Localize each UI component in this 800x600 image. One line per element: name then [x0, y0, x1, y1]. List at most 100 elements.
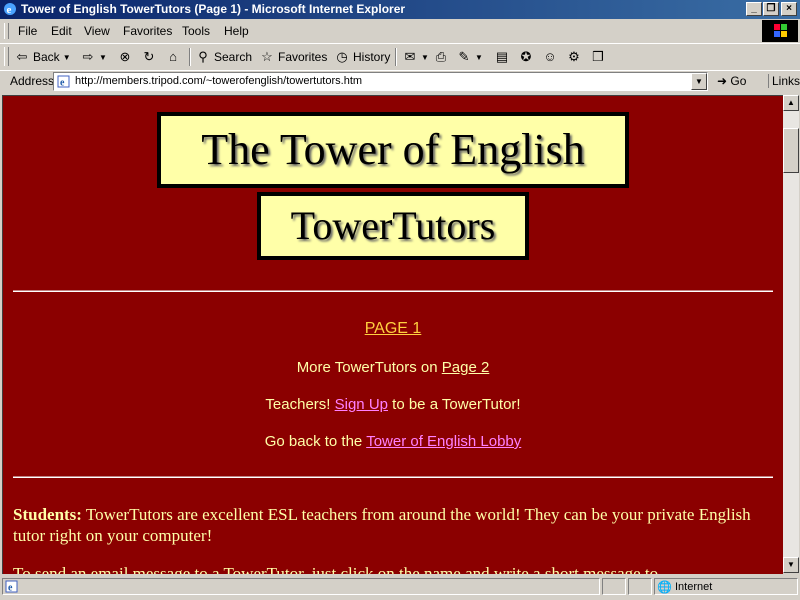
related-button[interactable]: ❒: [590, 48, 606, 66]
forward-dropdown-icon: ▼: [99, 52, 107, 62]
search-icon: ⚲: [198, 49, 208, 64]
close-button[interactable]: ×: [781, 2, 797, 16]
page-status-icon: e: [5, 580, 18, 593]
scroll-down-button[interactable]: ▼: [783, 557, 799, 573]
messenger-button[interactable]: ✪: [518, 48, 534, 66]
menu-favorites[interactable]: Favorites: [123, 24, 172, 38]
status-panel-blank: [628, 578, 652, 595]
contacts-button[interactable]: ☺: [542, 48, 558, 66]
mail-dropdown-icon: ▼: [421, 52, 429, 62]
toolbar-separator: [189, 48, 191, 66]
history-icon: ◷: [336, 49, 348, 64]
discuss-icon: ▤: [495, 49, 509, 64]
mail-icon: ✉: [404, 49, 416, 64]
menu-edit[interactable]: Edit: [51, 24, 72, 38]
zone-label: Internet: [675, 581, 713, 593]
status-panel-lock: [602, 578, 626, 595]
home-icon: ⌂: [169, 49, 177, 64]
go-button[interactable]: ➜ Go: [717, 74, 746, 88]
edit-dropdown-icon: ▼: [475, 52, 483, 62]
favorites-label: Favorites: [278, 50, 328, 64]
menu-tools[interactable]: Tools: [182, 24, 210, 38]
history-label: History: [353, 50, 391, 64]
page-2-link[interactable]: Page 2: [442, 359, 490, 376]
favorites-icon: ☆: [261, 49, 273, 64]
students-text: TowerTutors are excellent ESL teachers f…: [13, 505, 751, 545]
menu-view[interactable]: View: [84, 24, 110, 38]
windows-logo-icon: [762, 20, 798, 42]
scroll-thumb[interactable]: [783, 128, 799, 173]
search-button[interactable]: ⚲ Search: [195, 48, 252, 66]
go-arrow-icon: ➜: [717, 74, 728, 88]
zone-panel: 🌐 Internet: [654, 578, 798, 595]
svg-text:e: e: [7, 4, 12, 16]
book-icon: ❒: [592, 49, 604, 64]
toolbar-grip: [4, 47, 9, 66]
edit-page-icon: ✎: [458, 49, 470, 64]
back-arrow-icon: ⇦: [16, 49, 28, 64]
divider: [13, 290, 773, 292]
stop-button[interactable]: ⊗: [117, 48, 133, 66]
globe-icon: 🌐: [657, 580, 672, 594]
address-input[interactable]: e http://members.tripod.com/~towerofengl…: [53, 72, 708, 91]
discuss-button[interactable]: ▤: [494, 48, 510, 66]
title-bar: e Tower of English TowerTutors (Page 1) …: [0, 0, 800, 19]
address-url: http://members.tripod.com/~towerofenglis…: [75, 75, 363, 87]
address-dropdown-button[interactable]: ▼: [691, 73, 707, 90]
menu-bar: File Edit View Favorites Tools Help: [0, 21, 800, 41]
svg-text:e: e: [8, 583, 13, 594]
search-label: Search: [214, 50, 253, 64]
research-button[interactable]: ⚙: [566, 48, 582, 66]
menu-file[interactable]: File: [18, 24, 37, 38]
refresh-icon: ↻: [143, 49, 155, 64]
address-bar: Address e http://members.tripod.com/~tow…: [0, 70, 800, 93]
menu-help[interactable]: Help: [224, 24, 249, 38]
page-1-link[interactable]: PAGE 1: [365, 320, 422, 337]
teachers-text: Teachers!: [265, 396, 335, 413]
vertical-scrollbar[interactable]: ▲ ▼: [783, 95, 799, 573]
mail-button[interactable]: ✉ ▼: [402, 48, 429, 66]
back-label: Back: [33, 50, 60, 64]
lobby-line: Go back to the Tower of English Lobby: [3, 433, 783, 450]
toolbar-separator: [395, 48, 397, 66]
divider: [13, 476, 773, 478]
svg-text:e: e: [60, 78, 65, 89]
sign-up-link[interactable]: Sign Up: [335, 396, 388, 413]
minimize-button[interactable]: _: [746, 2, 762, 16]
history-button[interactable]: ◷ History: [334, 48, 390, 66]
contacts-icon: ☺: [543, 49, 557, 64]
maximize-button[interactable]: ❐: [763, 2, 779, 16]
status-text-panel: e: [2, 578, 600, 595]
refresh-button[interactable]: ↻: [141, 48, 157, 66]
teachers-suffix-text: to be a TowerTutor!: [388, 396, 521, 413]
forward-arrow-icon: ⇨: [82, 49, 94, 64]
home-button[interactable]: ⌂: [165, 48, 181, 66]
menu-grip: [4, 23, 9, 39]
research-icon: ⚙: [568, 49, 580, 64]
ie-logo-icon: e: [4, 3, 16, 16]
scroll-up-button[interactable]: ▲: [783, 95, 799, 111]
favorites-button[interactable]: ☆ Favorites: [259, 48, 327, 66]
back-dropdown-icon: ▼: [62, 52, 71, 62]
messenger-icon: ✪: [520, 49, 532, 64]
page-heading-line: PAGE 1: [3, 320, 783, 338]
edit-button[interactable]: ✎ ▼: [456, 48, 483, 66]
stop-icon: ⊗: [119, 49, 131, 64]
address-label: Address: [10, 74, 55, 88]
banner-subtitle: TowerTutors: [257, 192, 529, 260]
window-title: Tower of English TowerTutors (Page 1) - …: [21, 2, 406, 16]
students-paragraph: Students: TowerTutors are excellent ESL …: [13, 504, 773, 546]
print-icon: ⎙: [435, 49, 447, 64]
back-button[interactable]: ⇦ Back ▼: [14, 48, 71, 66]
email-paragraph: To send an email message to a TowerTutor…: [13, 564, 659, 574]
lobby-link[interactable]: Tower of English Lobby: [366, 433, 521, 450]
status-bar: e 🌐 Internet: [0, 576, 800, 598]
more-tutors-text: More TowerTutors on: [296, 359, 442, 376]
browser-window: e Tower of English TowerTutors (Page 1) …: [0, 0, 800, 600]
go-label: Go: [730, 74, 747, 88]
forward-button[interactable]: ⇨ ▼: [80, 48, 107, 66]
print-button[interactable]: ⎙: [433, 48, 449, 66]
more-tutors-line: More TowerTutors on Page 2: [3, 359, 783, 376]
links-button[interactable]: Links: [768, 74, 800, 88]
lobby-text: Go back to the: [264, 433, 367, 450]
